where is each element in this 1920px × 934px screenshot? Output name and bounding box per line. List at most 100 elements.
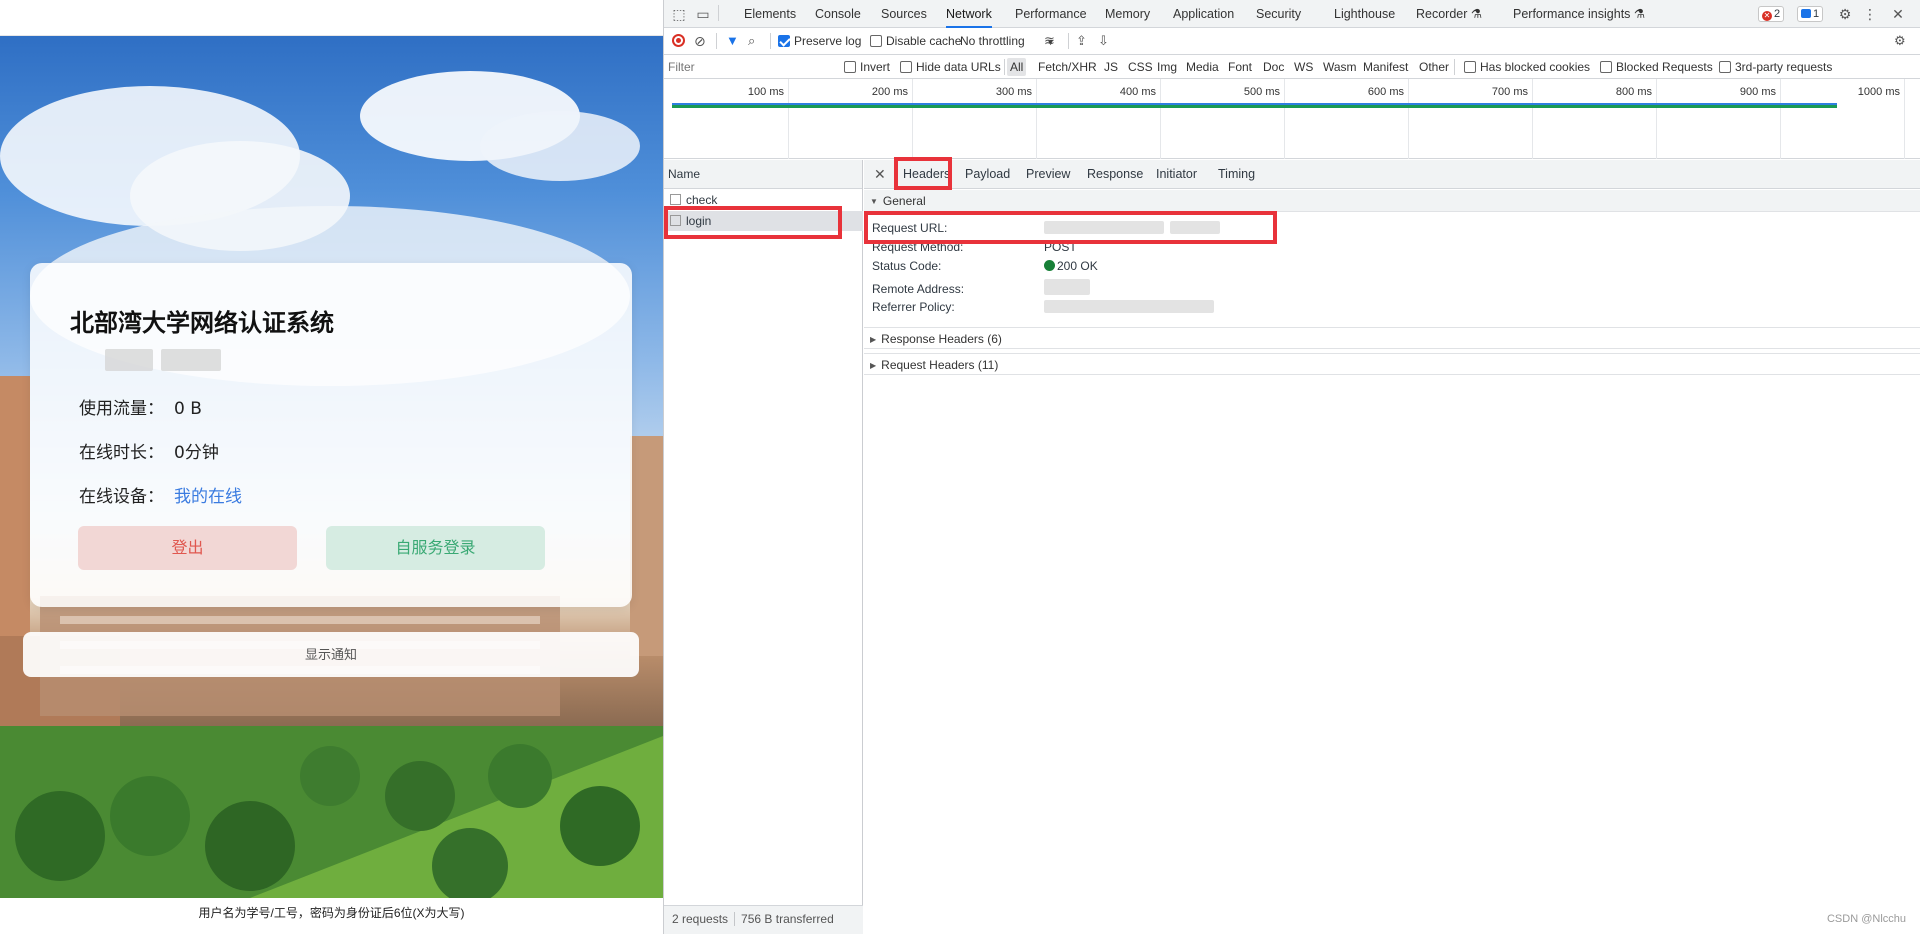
tab-recorder-label: Recorder xyxy=(1416,7,1468,21)
blocked-requests-checkbox[interactable]: Blocked Requests xyxy=(1600,55,1713,79)
tab-payload[interactable]: Payload xyxy=(965,160,1010,188)
request-method-row: Request Method: POST xyxy=(872,239,1077,256)
tick-label: 1000 ms xyxy=(1857,86,1900,98)
devtools-panel: ⬚ ▭ Elements Console Sources Network Per… xyxy=(663,0,1920,934)
request-row-check[interactable]: check xyxy=(664,190,863,210)
filter-type-js[interactable]: JS xyxy=(1104,55,1118,79)
tab-recorder[interactable]: Recorder ⚗ xyxy=(1416,0,1482,28)
tab-performance[interactable]: Performance xyxy=(1015,0,1087,28)
filter-type-css[interactable]: CSS xyxy=(1128,55,1153,79)
tick-label: 400 ms xyxy=(1119,86,1156,98)
logout-button[interactable]: 登出 xyxy=(78,526,297,570)
general-label: General xyxy=(882,194,926,208)
tick-label: 800 ms xyxy=(1615,86,1652,98)
tab-performance-insights[interactable]: Performance insights ⚗ xyxy=(1513,0,1645,28)
transferred-size: 756 B transferred xyxy=(741,912,834,926)
name-column-header[interactable]: Name xyxy=(664,160,862,189)
tab-preview[interactable]: Preview xyxy=(1026,160,1070,188)
request-headers-section-header[interactable]: ▶ Request Headers (11) xyxy=(864,353,1920,375)
network-settings-gear-icon[interactable]: ⚙ xyxy=(1894,28,1906,54)
detail-tab-bar: ✕ Headers Payload Preview Response Initi… xyxy=(864,160,1920,189)
filter-input[interactable] xyxy=(668,58,838,76)
inspect-element-icon[interactable]: ⬚ xyxy=(670,5,688,23)
search-icon[interactable]: ⌕ xyxy=(748,28,755,54)
status-code-value: 200 OK xyxy=(1057,259,1098,273)
filter-type-fetch-xhr[interactable]: Fetch/XHR xyxy=(1038,55,1097,79)
filter-funnel-icon[interactable]: ▼ xyxy=(726,28,739,54)
filter-type-all[interactable]: All xyxy=(1007,58,1027,76)
network-toolbar: ⊘ ▼ ⌕ Preserve log Disable cache No thro… xyxy=(664,28,1920,55)
request-url-row: Request URL: xyxy=(872,220,1226,237)
status-code-row: Status Code: 200 OK xyxy=(872,258,1098,275)
self-service-login-button[interactable]: 自服务登录 xyxy=(326,526,545,570)
filter-type-other[interactable]: Other xyxy=(1419,55,1449,79)
request-name: login xyxy=(686,214,712,228)
has-blocked-cookies-checkbox[interactable]: Has blocked cookies xyxy=(1464,55,1590,79)
close-detail-icon[interactable]: ✕ xyxy=(874,160,886,188)
response-headers-label: Response Headers (6) xyxy=(881,332,1002,346)
network-overview-timeline[interactable]: 100 ms 200 ms 300 ms 400 ms 500 ms 600 m… xyxy=(664,79,1920,159)
timeline-waterfall-bar xyxy=(672,103,1837,108)
filter-type-manifest[interactable]: Manifest xyxy=(1363,55,1408,79)
tab-performance-insights-label: Performance insights xyxy=(1513,7,1631,21)
online-time-value: 0分钟 xyxy=(174,443,219,463)
hide-data-urls-label: Hide data URLs xyxy=(916,60,1001,74)
blocked-requests-label: Blocked Requests xyxy=(1616,60,1713,74)
tab-memory[interactable]: Memory xyxy=(1105,0,1150,28)
tab-headers[interactable]: Headers xyxy=(903,160,951,188)
preserve-log-checkbox[interactable]: Preserve log xyxy=(778,28,861,54)
response-headers-section-header[interactable]: ▶ Response Headers (6) xyxy=(864,327,1920,349)
remote-address-label: Remote Address: xyxy=(872,282,965,296)
tab-initiator[interactable]: Initiator xyxy=(1156,160,1197,188)
status-ok-icon xyxy=(1044,260,1055,271)
record-icon[interactable] xyxy=(672,28,685,54)
clear-icon[interactable]: ⊘ xyxy=(694,28,706,54)
error-count-badge[interactable]: ✕ 2 xyxy=(1758,6,1785,22)
request-row-login[interactable]: login xyxy=(664,211,863,231)
invert-checkbox[interactable]: Invert xyxy=(844,55,890,79)
message-count-badge[interactable]: 1 xyxy=(1797,6,1824,22)
referrer-policy-row: Referrer Policy: xyxy=(872,299,1220,316)
device-row: 在线设备： 我的在线 xyxy=(79,482,242,507)
tab-console[interactable]: Console xyxy=(815,0,861,28)
disable-cache-checkbox[interactable]: Disable cache xyxy=(870,28,961,54)
tab-elements[interactable]: Elements xyxy=(744,0,796,28)
filter-type-wasm[interactable]: Wasm xyxy=(1323,55,1357,79)
disable-cache-label: Disable cache xyxy=(886,34,962,48)
settings-gear-icon[interactable]: ⚙ xyxy=(1836,5,1854,23)
tab-application[interactable]: Application xyxy=(1173,0,1234,28)
filter-type-media[interactable]: Media xyxy=(1186,55,1219,79)
tab-timing[interactable]: Timing xyxy=(1218,160,1255,188)
tab-network[interactable]: Network xyxy=(946,0,992,28)
export-har-icon[interactable]: ⇩ xyxy=(1098,28,1109,54)
filter-type-img[interactable]: Img xyxy=(1157,55,1177,79)
general-section-header[interactable]: ▼ General xyxy=(864,190,1920,212)
tab-sources[interactable]: Sources xyxy=(881,0,927,28)
hide-data-urls-checkbox[interactable]: Hide data URLs xyxy=(900,55,1001,79)
filter-type-font[interactable]: Font xyxy=(1228,55,1252,79)
show-notice-button[interactable]: 显示通知 xyxy=(23,632,639,677)
filter-type-ws[interactable]: WS xyxy=(1294,55,1313,79)
online-time-row: 在线时长： 0分钟 xyxy=(79,438,219,463)
auth-status-card: 北部湾大学网络认证系统 使用流量： 0 B 在线时长： 0分钟 在线设备： 我的在线 … xyxy=(30,263,632,607)
tab-lighthouse[interactable]: Lighthouse xyxy=(1334,0,1395,28)
filter-type-doc[interactable]: Doc xyxy=(1263,55,1284,79)
device-toolbar-icon[interactable]: ▭ xyxy=(694,5,712,23)
online-time-label: 在线时长： xyxy=(79,443,164,463)
throttling-select[interactable]: No throttling ▼ xyxy=(960,28,1055,54)
invert-label: Invert xyxy=(860,60,891,74)
more-options-icon[interactable]: ⋮ xyxy=(1861,5,1879,23)
third-party-requests-checkbox[interactable]: 3rd-party requests xyxy=(1719,55,1832,79)
referrer-policy-label: Referrer Policy: xyxy=(872,300,955,314)
close-devtools-icon[interactable]: ✕ xyxy=(1889,5,1907,23)
network-conditions-icon[interactable]: ≋ xyxy=(1044,28,1055,54)
tab-security[interactable]: Security xyxy=(1256,0,1301,28)
import-har-icon[interactable]: ⇪ xyxy=(1076,28,1087,54)
tick-label: 900 ms xyxy=(1739,86,1776,98)
filter-bar: Invert Hide data URLs All Fetch/XHR JS C… xyxy=(664,55,1920,79)
tab-response[interactable]: Response xyxy=(1087,160,1143,188)
my-online-link[interactable]: 我的在线 xyxy=(174,487,242,507)
referrer-policy-redacted xyxy=(1044,300,1220,314)
request-url-label: Request URL: xyxy=(872,221,948,235)
flask-icon: ⚗ xyxy=(1470,7,1483,21)
